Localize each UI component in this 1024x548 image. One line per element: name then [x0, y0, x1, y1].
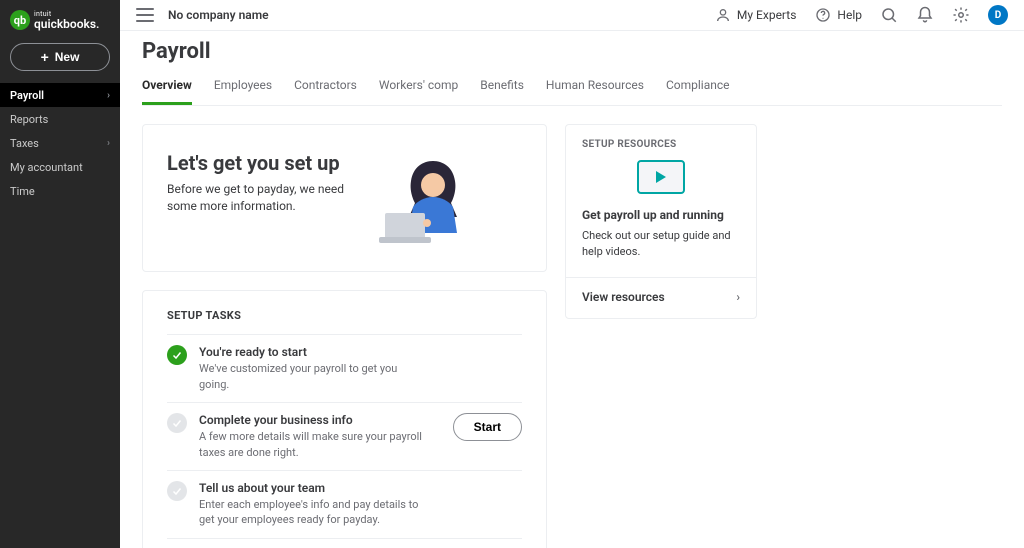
my-experts-label: My Experts — [737, 8, 796, 22]
new-button-label: New — [55, 50, 80, 64]
sidebar: qb intuit quickbooks. + New Payroll › Re… — [0, 0, 120, 548]
view-resources-label: View resources — [582, 290, 665, 304]
task-row: You're ready to start We've customized y… — [167, 334, 522, 402]
brand-logo-icon: qb — [10, 10, 30, 30]
help-label: Help — [837, 8, 862, 22]
bell-icon[interactable] — [916, 6, 934, 24]
brand-product: quickbooks. — [34, 18, 99, 30]
view-resources-link[interactable]: View resources › — [582, 278, 740, 304]
task-title: You're ready to start — [199, 345, 522, 359]
sidebar-item-label: Payroll — [10, 89, 44, 102]
help-icon — [814, 6, 832, 24]
task-title: Complete your business info — [199, 413, 441, 427]
tab-workers-comp[interactable]: Workers' comp — [379, 70, 458, 105]
chevron-right-icon: › — [736, 290, 740, 304]
tab-human-resources[interactable]: Human Resources — [546, 70, 644, 105]
my-experts-button[interactable]: My Experts — [714, 6, 796, 24]
setup-tasks-header: SETUP TASKS — [167, 309, 522, 322]
page-title: Payroll — [142, 39, 1002, 64]
sidebar-item-label: My accountant — [10, 161, 83, 174]
task-row: Tell us about your team Enter each emplo… — [167, 470, 522, 538]
chevron-right-icon: › — [107, 90, 110, 101]
sidebar-item-taxes[interactable]: Taxes › — [0, 131, 120, 155]
tab-benefits[interactable]: Benefits — [480, 70, 524, 105]
task-desc: A few more details will make sure your p… — [199, 429, 429, 460]
tab-employees[interactable]: Employees — [214, 70, 272, 105]
sidebar-item-time[interactable]: Time — [0, 179, 120, 203]
chevron-right-icon: › — [107, 138, 110, 149]
task-row: Explore 401(k) retirement plans 401(k) p… — [167, 538, 522, 548]
avatar[interactable]: D — [988, 5, 1008, 25]
start-button[interactable]: Start — [453, 413, 522, 441]
content: Let's get you set up Before we get to pa… — [120, 106, 1024, 548]
resources-header: SETUP RESOURCES — [582, 139, 740, 150]
gear-icon[interactable] — [952, 6, 970, 24]
intro-body: Before we get to payday, we need some mo… — [167, 181, 357, 215]
sidebar-item-label: Reports — [10, 113, 48, 126]
video-thumbnail[interactable] — [637, 160, 685, 194]
task-desc: We've customized your payroll to get you… — [199, 361, 429, 392]
sidebar-item-my-accountant[interactable]: My accountant — [0, 155, 120, 179]
tab-contractors[interactable]: Contractors — [294, 70, 357, 105]
sidebar-nav: Payroll › Reports Taxes › My accountant … — [0, 83, 120, 203]
tab-compliance[interactable]: Compliance — [666, 70, 730, 105]
sidebar-item-payroll[interactable]: Payroll › — [0, 83, 120, 107]
check-icon — [167, 345, 187, 365]
sidebar-item-label: Taxes — [10, 137, 39, 150]
check-icon — [167, 481, 187, 501]
intro-card: Let's get you set up Before we get to pa… — [142, 124, 547, 272]
intro-heading: Let's get you set up — [167, 151, 357, 175]
task-row: Complete your business info A few more d… — [167, 402, 522, 470]
plus-icon: + — [41, 50, 49, 64]
new-button[interactable]: + New — [10, 43, 110, 71]
play-icon — [656, 171, 666, 183]
hamburger-icon[interactable] — [136, 8, 154, 22]
person-icon — [714, 6, 732, 24]
setup-tasks-card: SETUP TASKS You're ready to start We've … — [142, 290, 547, 548]
setup-resources-card: SETUP RESOURCES Get payroll up and runni… — [565, 124, 757, 319]
tab-overview[interactable]: Overview — [142, 70, 192, 105]
illustration-person-laptop — [373, 151, 493, 251]
search-icon[interactable] — [880, 6, 898, 24]
help-button[interactable]: Help — [814, 6, 862, 24]
task-desc: Enter each employee's info and pay detai… — [199, 497, 429, 528]
task-title: Tell us about your team — [199, 481, 522, 495]
page-head: Payroll Overview Employees Contractors W… — [120, 31, 1024, 106]
main: No company name My Experts Help — [120, 0, 1024, 548]
check-icon — [167, 413, 187, 433]
resources-body: Check out our setup guide and help video… — [582, 228, 740, 259]
sidebar-item-label: Time — [10, 185, 35, 198]
brand[interactable]: qb intuit quickbooks. — [0, 0, 120, 38]
topbar: No company name My Experts Help — [120, 0, 1024, 31]
company-name[interactable]: No company name — [168, 8, 269, 22]
resources-heading: Get payroll up and running — [582, 208, 740, 222]
tabs: Overview Employees Contractors Workers' … — [142, 70, 1002, 106]
sidebar-item-reports[interactable]: Reports — [0, 107, 120, 131]
